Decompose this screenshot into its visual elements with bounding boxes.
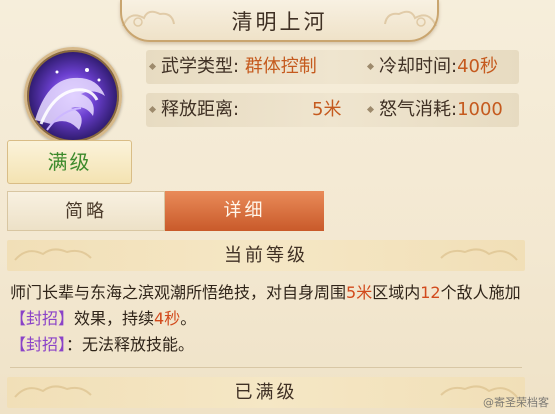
current-level-header: 当前等级 xyxy=(7,240,525,271)
skill-type-stat: 武学类型: 群体控制 xyxy=(146,50,317,84)
range-label: 释放距离: xyxy=(161,99,240,120)
stat-row-range: 释放距离: 5米 怒气消耗:1000 xyxy=(146,93,519,127)
cooldown-value: 40秒 xyxy=(457,56,498,77)
desc-count: 12 xyxy=(420,283,441,302)
watermark: @寄圣荣档客 xyxy=(483,396,549,409)
max-level-title: 已满级 xyxy=(234,382,298,403)
cloud-ornament-icon xyxy=(440,248,518,261)
cloud-ornament-icon xyxy=(14,385,92,398)
tab-detail[interactable]: 详细 xyxy=(165,191,324,231)
title-bar: 清明上河 xyxy=(120,0,439,42)
max-level-header: 已满级 xyxy=(7,377,525,408)
skill-wave-icon xyxy=(24,47,122,145)
cloud-ornament-icon xyxy=(14,248,92,261)
skill-description: 师门长辈与东海之滨观潮所悟绝技，对自身周围5米区域内12个敌人施加【封招】效果，… xyxy=(10,283,521,354)
cloud-ornament-icon xyxy=(384,10,437,27)
rage-stat: 怒气消耗:1000 xyxy=(364,93,503,127)
rage-value: 1000 xyxy=(457,99,503,120)
bullet-icon xyxy=(366,62,375,71)
range-stat: 释放距离: xyxy=(146,93,239,127)
range-value: 5米 xyxy=(312,99,342,120)
desc-effect: 【封招】 xyxy=(10,309,75,328)
bullet-icon xyxy=(148,62,157,71)
tab-simple[interactable]: 简略 xyxy=(7,191,165,231)
desc-range: 5米 xyxy=(346,283,373,302)
bullet-icon xyxy=(366,105,375,114)
skill-level-badge: 满级 xyxy=(7,140,132,184)
skill-type-label: 武学类型: xyxy=(161,56,240,77)
stat-row-type: 武学类型: 群体控制 冷却时间:40秒 xyxy=(146,50,519,84)
bullet-icon xyxy=(148,105,157,114)
desc-duration: 4秒 xyxy=(154,309,181,328)
divider xyxy=(10,367,522,368)
skill-detail-panel: 清明上河 武学类型: 群体控制 冷却时间:40秒 释放距离: 5米 怒气消耗:1… xyxy=(0,0,555,414)
cooldown-stat: 冷却时间:40秒 xyxy=(364,50,498,84)
skill-type-value: 群体控制 xyxy=(244,56,317,77)
current-level-title: 当前等级 xyxy=(224,245,308,266)
detail-tabs: 简略 详细 xyxy=(7,191,324,231)
desc-effect-note: 【封招】 xyxy=(10,335,67,354)
cooldown-label: 冷却时间: xyxy=(379,56,458,77)
rage-label: 怒气消耗: xyxy=(379,99,458,120)
